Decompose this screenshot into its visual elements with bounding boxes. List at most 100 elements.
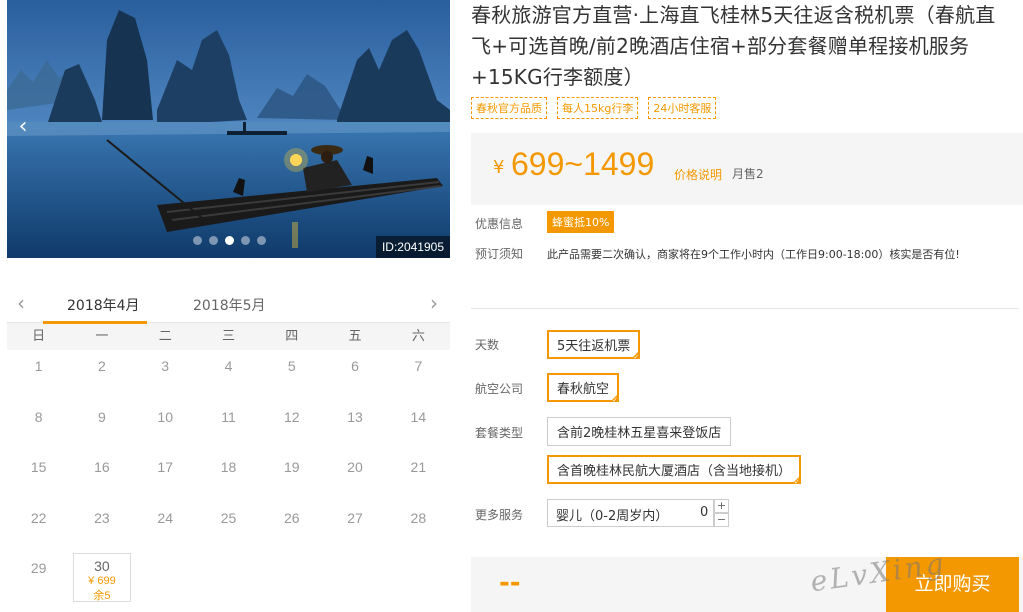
calendar-day: 16 (70, 451, 133, 502)
product-gallery: ‹ › ID:2041905 (7, 0, 450, 258)
calendar-day: 26 (260, 502, 323, 553)
package-label: 套餐类型 (475, 426, 524, 440)
calendar-day: 9 (70, 401, 133, 452)
calendar-active-tab-indicator (43, 321, 147, 324)
gallery-prev-button[interactable]: ‹ (11, 112, 35, 142)
weekday-label: 日 (32, 329, 46, 344)
day-number: 20 (347, 459, 363, 475)
calendar-day: 20 (323, 451, 386, 502)
day-number: 27 (347, 509, 363, 526)
tag-customer-service: 24小时客服 (648, 97, 717, 119)
calendar-day: 15 (7, 451, 70, 502)
day-number: 28 (410, 509, 427, 526)
day-number: 3 (161, 358, 170, 374)
day-remaining: 余5 (93, 590, 111, 602)
weekday-label: 五 (348, 329, 362, 344)
notice-text: 此产品需要二次确认，商家将在9个工作小时内（工作日9:00-18:00）核实是否… (547, 248, 960, 261)
day-number: 29 (30, 560, 47, 576)
day-number: 1 (34, 358, 43, 374)
calendar-day: 18 (197, 451, 260, 502)
package-option-sheraton[interactable]: 含前2晚桂林五星喜来登饭店 (547, 417, 732, 446)
day-number: 8 (34, 408, 43, 425)
calendar-prev-month-button[interactable]: ‹ (11, 291, 31, 315)
promo-label: 优惠信息 (475, 217, 524, 231)
price-box: ¥ 699~1499 价格说明 月售2 (471, 133, 1023, 205)
promo-badge: 蜂蜜抵10% (547, 211, 615, 233)
section-divider (471, 308, 1019, 309)
infant-service-control: 婴儿（0-2周岁内） 0 + − (471, 499, 731, 527)
calendar-next-month-button[interactable]: › (424, 291, 444, 315)
calendar-day: 29 (7, 552, 70, 603)
day-number: 14 (410, 408, 427, 425)
calendar-tab-april[interactable]: 2018年4月 (67, 295, 140, 315)
day-number: 9 (98, 408, 106, 425)
infant-decrement-button[interactable]: − (714, 513, 729, 527)
gallery-dot[interactable] (193, 236, 202, 245)
day-number: 19 (283, 459, 300, 475)
calendar-day: 28 (387, 502, 450, 553)
weekday-label: 六 (411, 329, 425, 344)
calendar-day: 1 (7, 350, 70, 401)
airline-option-spring[interactable]: 春秋航空 (547, 373, 620, 404)
infant-increment-button[interactable]: + (714, 499, 729, 513)
calendar-day: 25 (197, 502, 260, 553)
date-calendar: ‹ 2018年4月 2018年5月 › 日一二三四五六 1 2 3 4 5 6 7 8 9 10 1… (7, 287, 450, 612)
buy-now-button[interactable]: 立即购买 (886, 557, 1019, 612)
promo-row: 优惠信息 蜂蜜抵10% (471, 211, 1023, 237)
purchase-bar: -- 立即购买 (471, 557, 1023, 612)
tag-official-quality: 春秋官方品质 (471, 97, 547, 119)
calendar-day: 19 (260, 451, 323, 502)
day-number: 5 (287, 358, 296, 374)
calendar-day: 6 (323, 350, 386, 401)
infant-label: 婴儿（0-2周岁内） (556, 509, 669, 524)
price-explanation-link[interactable]: 价格说明 (674, 166, 722, 183)
product-tags: 春秋官方品质 每人15kg行李 24小时客服 (471, 97, 1023, 119)
calendar-day: 12 (260, 401, 323, 452)
gallery-dot[interactable] (241, 236, 250, 245)
calendar-day: 11 (197, 401, 260, 452)
day-number: 26 (283, 509, 300, 526)
gallery-dot[interactable] (225, 236, 234, 245)
price-range: 699~1499 (511, 146, 655, 182)
calendar-day-available[interactable]: 30 ¥ 699 余5 (73, 553, 131, 602)
calendar-day: 8 (7, 401, 70, 452)
notice-row: 预订须知 此产品需要二次确认，商家将在9个工作小时内（工作日9:00-18:00… (471, 245, 1023, 269)
day-number: 4 (224, 358, 233, 374)
calendar-day: 10 (134, 401, 197, 452)
calendar-day: 13 (323, 401, 386, 452)
product-title: 春秋旅游官方直营·上海直飞桂林5天往返含税机票（春航直飞+可选首晚/前2晚酒店住… (471, 3, 996, 89)
days-option-5day[interactable]: 5天往返机票 (547, 330, 641, 361)
infant-count[interactable]: 0 (700, 505, 708, 520)
notice-label: 预订须知 (475, 247, 524, 261)
calendar-weekday-row: 日一二三四五六 (7, 323, 450, 350)
day-number: 15 (30, 459, 47, 475)
calendar-day: 2 (70, 350, 133, 401)
calendar-tab-may[interactable]: 2018年5月 (193, 295, 266, 315)
calendar-day: 24 (134, 502, 197, 553)
weekday-label: 四 (285, 329, 299, 344)
day-number: 25 (220, 509, 237, 526)
package-option-civil-aviation-hotel[interactable]: 含首晚桂林民航大厦酒店（含当地接机） (547, 455, 802, 486)
days-label: 天数 (475, 338, 500, 352)
calendar-day: 22 (7, 502, 70, 553)
calendar-day: 23 (70, 502, 133, 553)
calendar-day: 5 (260, 350, 323, 401)
tag-luggage: 每人15kg行李 (557, 97, 639, 119)
weekday-label: 二 (158, 329, 172, 344)
calendar-day: 7 (387, 350, 450, 401)
calendar-day: 17 (134, 451, 197, 502)
day-number: 18 (220, 459, 237, 475)
price-currency: ¥ (493, 157, 505, 178)
calendar-day: 27 (323, 502, 386, 553)
day-number: 30 (94, 558, 110, 574)
calendar-day-grid: 1 2 3 4 5 6 7 8 9 10 11 12 13 14 15 16 17 18 19 20 21 22 23 24 2… (7, 350, 450, 603)
calendar-header: ‹ 2018年4月 2018年5月 › (7, 287, 450, 324)
monthly-sales: 月售2 (732, 167, 764, 181)
calendar-day: 4 (197, 350, 260, 401)
day-price: ¥ 699 (88, 575, 116, 587)
gallery-pagination (193, 236, 266, 245)
calendar-day: 21 (387, 451, 450, 502)
gallery-dot[interactable] (209, 236, 218, 245)
gallery-dot[interactable] (257, 236, 266, 245)
day-number: 21 (410, 459, 427, 475)
